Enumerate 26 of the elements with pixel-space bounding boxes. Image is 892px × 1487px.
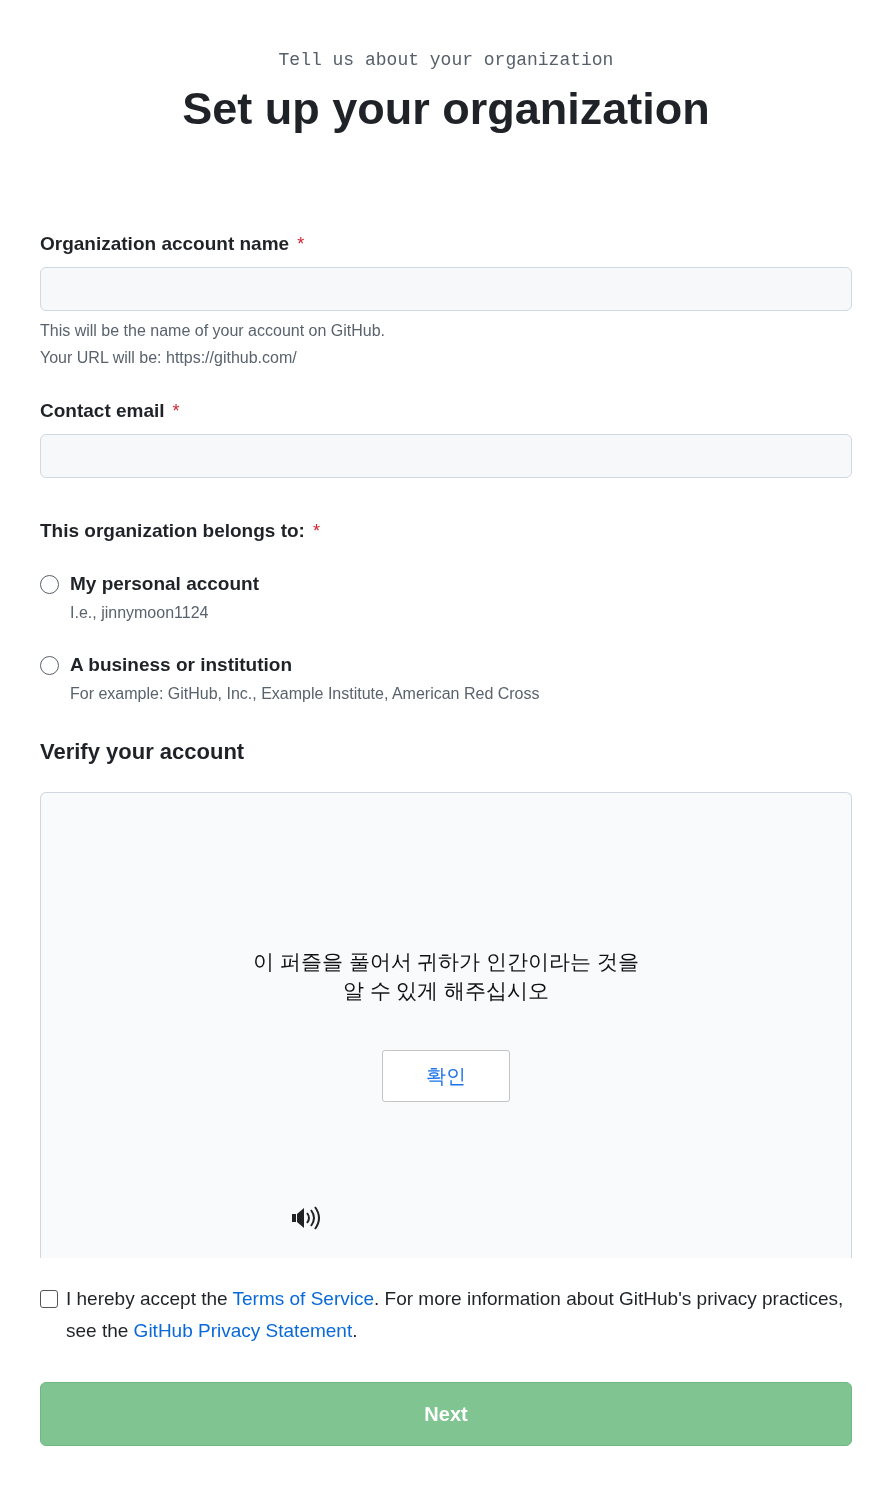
captcha-prompt: 이 퍼즐을 풀어서 귀하가 인간이라는 것을 알 수 있게 해주십시오 — [251, 949, 641, 1004]
radio-label[interactable]: A business or institution — [70, 653, 293, 677]
terms-text: I hereby accept the Terms of Service. For more information about GitHub's privacy practices, see the GitHub Privacy Statement. — [66, 1287, 845, 1343]
eyebrow-text: Tell us about your organization — [278, 49, 614, 72]
radio-button[interactable] — [40, 574, 59, 594]
hint-text: Your URL will be: https://github.com/ — [40, 348, 298, 368]
radio-label[interactable]: My personal account — [70, 572, 259, 596]
speaker-icon[interactable] — [292, 1206, 321, 1230]
confirm-button[interactable]: 확인 — [382, 1050, 510, 1102]
hint-text: This will be the name of your account on GitHub. — [40, 321, 387, 341]
terms-checkbox[interactable] — [40, 1290, 58, 1308]
page-title: Set up your organization — [182, 82, 710, 136]
input-field[interactable] — [40, 434, 852, 478]
input-field[interactable] — [40, 267, 852, 311]
section-heading: Verify your account — [40, 738, 246, 766]
radio-button[interactable] — [40, 655, 59, 675]
field-label: Organization account name — [40, 232, 290, 256]
field-label: Contact email — [40, 399, 165, 423]
required-mark: * — [312, 520, 320, 543]
field-label: This organization belongs to: — [40, 519, 305, 543]
option-note: I.e., jinnymoon1124 — [70, 603, 210, 623]
required-mark: * — [172, 400, 180, 423]
text-link[interactable]: Terms of Service — [232, 1288, 375, 1309]
option-note: For example: GitHub, Inc., Example Institute, American Red Cross — [70, 684, 541, 704]
text-link[interactable]: GitHub Privacy Statement — [133, 1320, 353, 1341]
required-mark: * — [297, 233, 305, 256]
